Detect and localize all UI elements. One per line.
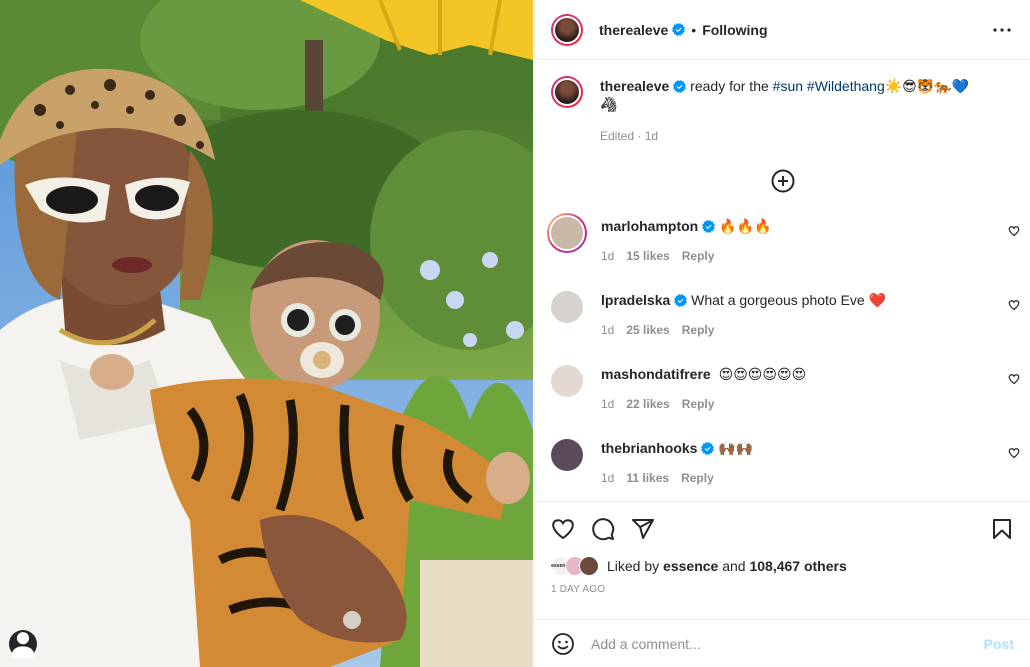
caption-username[interactable]: therealeve: [600, 78, 669, 94]
caption-text: ready for the: [690, 78, 769, 94]
commenter-avatar[interactable]: [551, 291, 583, 323]
hashtag-link[interactable]: #Wildethang: [807, 78, 885, 94]
save-bookmark-icon[interactable]: [990, 517, 1014, 541]
comment-text: 🙌🏾🙌🏾: [718, 440, 754, 456]
others-count-link[interactable]: 108,467 others: [749, 558, 846, 574]
comment-text: 😍😍😍😍😍😍: [718, 366, 807, 382]
following-button[interactable]: Following: [702, 22, 767, 38]
comment-item: lpradelska What a gorgeous photo Eve ❤️ …: [535, 287, 1030, 361]
user-icon: [11, 632, 35, 658]
comment-text: What a gorgeous photo Eve ❤️: [691, 292, 887, 308]
likes-and-label: and: [722, 558, 746, 574]
photo-illustration: [0, 0, 533, 667]
more-dots-icon: [993, 27, 1011, 32]
comment-like-heart-icon[interactable]: [1008, 447, 1020, 459]
header-separator: •: [691, 21, 697, 38]
commenter-avatar[interactable]: [547, 213, 587, 253]
comments-scroll-area[interactable]: therealeve ready for the #sun #Wildethan…: [535, 60, 1030, 501]
share-icon[interactable]: [631, 517, 655, 541]
verified-badge-icon: [702, 220, 716, 233]
comment-input[interactable]: [591, 635, 984, 652]
comment-age[interactable]: 1d: [601, 249, 614, 263]
plus-circle-icon: [771, 169, 794, 193]
caption-author-avatar[interactable]: [551, 76, 583, 108]
hashtag-link[interactable]: #sun: [773, 78, 803, 94]
post-header: therealeve • Following: [535, 0, 1030, 60]
caption-emojis: ☀️😎🐯🐅💙: [884, 78, 970, 94]
comment-age[interactable]: 1d: [601, 397, 614, 411]
load-more-comments-button[interactable]: [535, 169, 1030, 193]
post-date[interactable]: 1 DAY AGO: [535, 576, 1030, 595]
post-actions: essence Liked by essence and 108,467 oth…: [535, 501, 1030, 595]
verified-badge-icon: [673, 80, 687, 93]
likes-summary: essence Liked by essence and 108,467 oth…: [535, 542, 1030, 576]
post-panel: therealeve • Following therealeve ready …: [534, 0, 1030, 667]
author-avatar[interactable]: [551, 13, 583, 46]
post-comment-button[interactable]: Post: [984, 636, 1014, 652]
post-photo[interactable]: [0, 0, 533, 667]
comment-age[interactable]: 1d: [601, 471, 614, 485]
comment-age[interactable]: 1d: [601, 323, 614, 337]
comment-likes-count[interactable]: 22 likes: [626, 397, 669, 411]
post-caption: therealeve ready for the #sun #Wildethan…: [535, 60, 1030, 145]
verified-badge-icon: [672, 23, 686, 36]
comment-item: thebrianhooks 🙌🏾🙌🏾 1d 11 likes Reply: [535, 435, 1030, 501]
more-options-button[interactable]: [990, 18, 1014, 42]
caption-emoji-line: 🦓: [600, 96, 618, 112]
comment-likes-count[interactable]: 25 likes: [626, 323, 669, 337]
tagged-users-button[interactable]: [9, 630, 37, 658]
emoji-smile-icon[interactable]: [551, 632, 575, 656]
comment-icon[interactable]: [591, 517, 615, 541]
reply-button[interactable]: Reply: [681, 471, 714, 485]
commenter-username[interactable]: thebrianhooks: [601, 440, 697, 456]
likes-text: Liked by essence and 108,467 others: [607, 558, 847, 574]
commenter-username[interactable]: lpradelska: [601, 292, 670, 308]
reply-button[interactable]: Reply: [682, 397, 715, 411]
caption-edited-time: Edited · 1d: [600, 129, 659, 143]
verified-badge-icon: [701, 442, 715, 455]
add-comment-bar: Post: [535, 619, 1030, 667]
author-username[interactable]: therealeve: [599, 22, 668, 38]
reply-button[interactable]: Reply: [682, 323, 715, 337]
commenter-username[interactable]: mashondatifrere: [601, 366, 711, 382]
comment-item: mashondatifrere 😍😍😍😍😍😍 1d 22 likes Reply: [535, 361, 1030, 435]
comment-likes-count[interactable]: 15 likes: [626, 249, 669, 263]
comment-item: marlohampton 🔥🔥🔥 1d 15 likes Reply: [535, 213, 1030, 287]
commenter-avatar[interactable]: [551, 365, 583, 397]
like-heart-icon[interactable]: [551, 517, 575, 541]
commenter-username[interactable]: marlohampton: [601, 218, 698, 234]
verified-badge-icon: [674, 294, 688, 307]
commenter-avatar[interactable]: [551, 439, 583, 471]
liked-by-label: Liked by: [607, 558, 660, 574]
comment-like-heart-icon[interactable]: [1008, 225, 1020, 237]
liker-username[interactable]: essence: [663, 558, 718, 574]
liker-avatar: [579, 556, 599, 576]
comment-text: 🔥🔥🔥: [719, 218, 772, 234]
comment-likes-count[interactable]: 11 likes: [626, 471, 669, 485]
comment-like-heart-icon[interactable]: [1008, 373, 1020, 385]
comment-like-heart-icon[interactable]: [1008, 299, 1020, 311]
liker-avatars[interactable]: essence: [551, 556, 601, 576]
reply-button[interactable]: Reply: [682, 249, 715, 263]
